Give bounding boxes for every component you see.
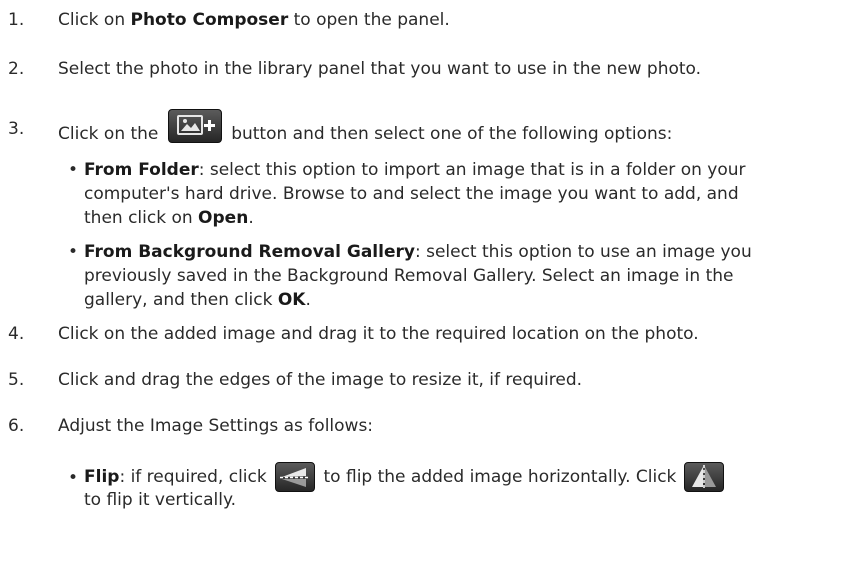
bullet-text: : select this option to import an image … [198, 160, 746, 180]
flip-horizontal-icon[interactable] [275, 462, 316, 492]
photo-composer-label: Photo Composer [130, 10, 289, 30]
bullet-text: then click on [84, 208, 199, 228]
open-label: Open [198, 208, 249, 228]
bullet-marker: • [67, 242, 79, 262]
step-text: Click on the [58, 124, 164, 144]
step-text: Adjust the Image Settings as follows: [58, 416, 374, 436]
bullet-text: to flip the added image horizontally. Cl… [318, 467, 682, 487]
step-text: Click on the added image and drag it to … [58, 324, 699, 344]
bullet-text: . [248, 208, 254, 228]
flip-vertical-icon[interactable] [683, 462, 724, 492]
bullet-text: previously saved in the Background Remov… [84, 266, 734, 286]
bullet-marker: • [67, 160, 79, 180]
bullet-text: : if required, click [119, 467, 273, 487]
step-number: 1. [8, 10, 25, 30]
step-text: Click on [58, 10, 131, 30]
step-number: 6. [8, 416, 25, 436]
bullet-text: . [305, 290, 311, 310]
from-folder-label: From Folder [84, 160, 199, 180]
step-number: 3. [8, 119, 25, 139]
flip-label: Flip [84, 467, 120, 487]
step-text: Click and drag the edges of the image to… [58, 370, 583, 390]
bullet-text: computer's hard drive. Browse to and sel… [84, 184, 739, 204]
instructions-document: 1. Click on Photo Composer to open the p… [0, 0, 866, 561]
bullet-marker: • [67, 468, 79, 488]
step-number: 2. [8, 59, 25, 79]
from-background-removal-gallery-label: From Background Removal Gallery [84, 242, 415, 262]
bullet-text: gallery, and then click [84, 290, 278, 310]
add-image-icon[interactable] [167, 109, 222, 143]
ok-label: OK [277, 290, 306, 310]
bullet-text: : select this option to use an image you [414, 242, 752, 262]
step-text: button and then select one of the follow… [225, 124, 673, 144]
step-number: 5. [8, 370, 25, 390]
step-text: to open the panel. [288, 10, 450, 30]
step-number: 4. [8, 324, 25, 344]
step-text: Select the photo in the library panel th… [58, 59, 702, 79]
